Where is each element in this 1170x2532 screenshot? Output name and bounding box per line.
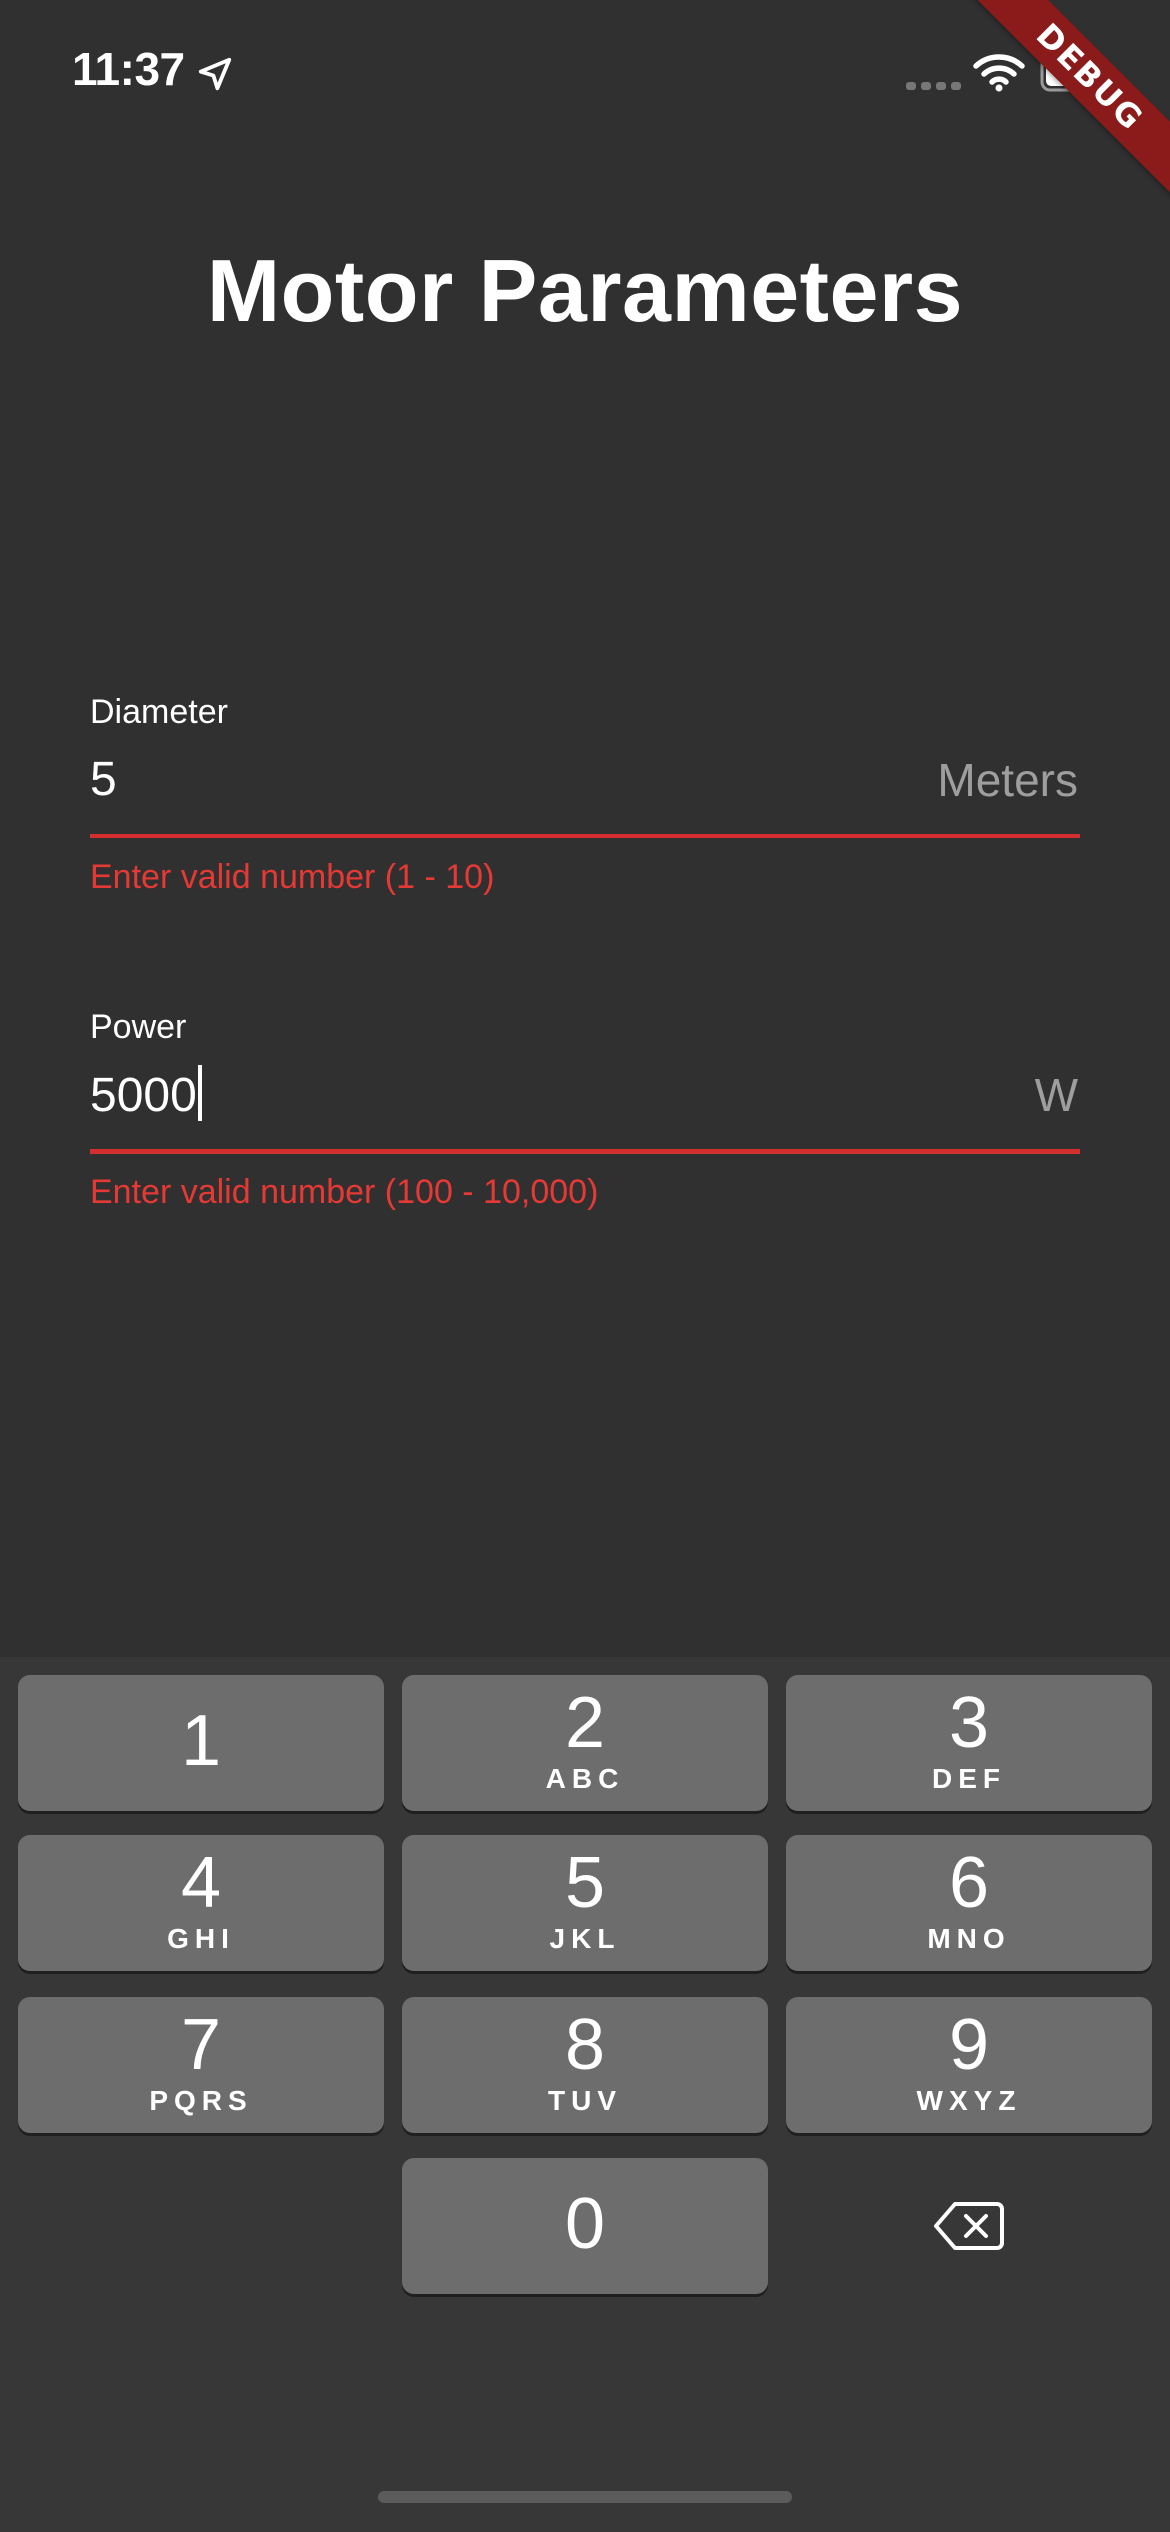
key-digit: 6 — [948, 1843, 990, 1923]
key-digit: 7 — [180, 2005, 222, 2085]
key-letters: JKL — [549, 1923, 621, 1954]
diameter-input[interactable]: 5 Meters — [90, 734, 1080, 824]
key-digit: 8 — [564, 2005, 606, 2085]
key-letters: ABC — [545, 1763, 625, 1794]
page-title: Motor Parameters — [206, 241, 964, 340]
key-letters: TUV — [548, 2085, 622, 2116]
power-error-text: Enter valid number (100 - 10,000) — [90, 1173, 599, 1211]
key-letters: DEF — [932, 1763, 1006, 1794]
key-digit: 0 — [564, 2184, 606, 2264]
numeric-keyboard: 1 2 ABC 3 DEF 4 GHI 5 JKL 6 MNO 7 PQRS 8… — [0, 1657, 1170, 2532]
key-2[interactable]: 2 ABC — [402, 1675, 768, 1811]
key-digit: 3 — [948, 1683, 990, 1763]
diameter-suffix: Meters — [937, 754, 1078, 806]
power-field[interactable]: Power 5000 W Enter valid number (100 - 1… — [90, 1005, 1080, 1211]
key-letters: PQRS — [149, 2085, 253, 2116]
key-7[interactable]: 7 PQRS — [18, 1997, 384, 2133]
key-1[interactable]: 1 — [18, 1675, 384, 1811]
key-3[interactable]: 3 DEF — [786, 1675, 1152, 1811]
key-digit: 2 — [564, 1683, 606, 1763]
diameter-value[interactable]: 5 — [90, 750, 117, 810]
diameter-underline — [90, 834, 1080, 838]
power-input[interactable]: 5000 W — [90, 1049, 1080, 1139]
key-letters: MNO — [927, 1923, 1011, 1954]
cellular-signal-icon — [906, 82, 961, 90]
delete-key[interactable] — [786, 2158, 1152, 2294]
status-time: 11:37 — [72, 43, 185, 95]
key-digit: 9 — [948, 2005, 990, 2085]
diameter-field[interactable]: Diameter 5 Meters Enter valid number (1 … — [90, 690, 1080, 896]
key-digit: 5 — [564, 1843, 606, 1923]
location-arrow-icon — [198, 57, 232, 91]
key-letters: WXYZ — [916, 2085, 1022, 2116]
key-digit: 4 — [180, 1843, 222, 1923]
diameter-label: Diameter — [90, 693, 228, 731]
home-indicator[interactable] — [378, 2491, 792, 2503]
key-4[interactable]: 4 GHI — [18, 1835, 384, 1971]
key-5[interactable]: 5 JKL — [402, 1835, 768, 1971]
key-8[interactable]: 8 TUV — [402, 1997, 768, 2133]
wifi-icon — [973, 54, 1025, 92]
key-6[interactable]: 6 MNO — [786, 1835, 1152, 1971]
text-cursor — [197, 1065, 202, 1121]
key-digit: 1 — [180, 1701, 222, 1781]
power-underline — [90, 1149, 1080, 1154]
key-0[interactable]: 0 — [402, 2158, 768, 2294]
key-9[interactable]: 9 WXYZ — [786, 1997, 1152, 2133]
power-label: Power — [90, 1008, 187, 1046]
delete-backspace-icon — [934, 2202, 1004, 2250]
status-bar: 11:37 — [0, 0, 1170, 140]
diameter-error-text: Enter valid number (1 - 10) — [90, 858, 495, 896]
key-letters: GHI — [167, 1923, 235, 1954]
power-value-wrap[interactable]: 5000 — [90, 1065, 202, 1126]
power-value[interactable]: 5000 — [90, 1069, 197, 1122]
power-suffix: W — [1034, 1069, 1078, 1121]
